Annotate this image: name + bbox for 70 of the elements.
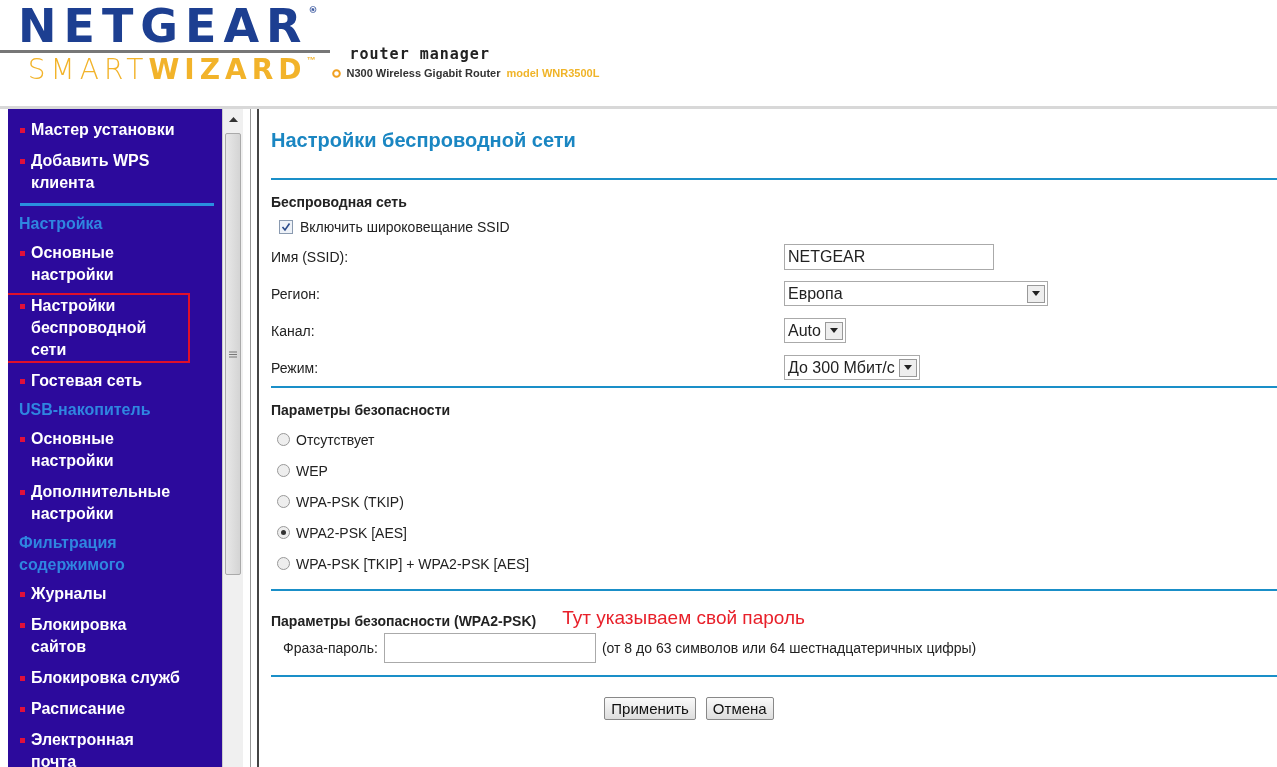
radio-label[interactable]: WPA-PSK (TKIP) (296, 493, 404, 510)
dropdown[interactable]: Auto (784, 318, 846, 343)
section-heading: Параметры безопасности (271, 402, 452, 418)
smartwizard-logo-text: SMART WIZARD™ (26, 55, 317, 85)
page-title: Настройки беспроводной сети (271, 129, 577, 152)
nav-link[interactable]: Добавить WPS клиента (8, 148, 190, 196)
nav-link[interactable]: Настройки беспроводной сети (8, 293, 190, 363)
bullet-icon (20, 676, 25, 681)
field-label: Фраза-пароль: (283, 640, 378, 656)
bullet-icon (20, 304, 25, 309)
scrollbar-thumb[interactable] (225, 133, 241, 575)
bullet-icon (20, 623, 25, 628)
bullet-icon (20, 251, 25, 256)
dropdown[interactable]: До 300 Мбит/с (784, 355, 920, 380)
scrollbar[interactable] (222, 109, 243, 767)
caret-icon (903, 365, 912, 370)
bullet-icon (20, 738, 25, 743)
dropdown[interactable]: Европа (784, 281, 1048, 306)
checkbox-label[interactable]: Включить широковещание SSID (300, 219, 510, 235)
nav-link[interactable]: Дополнительные настройки (8, 479, 190, 527)
annotation-text: Тут указываем свой пароль (562, 607, 805, 629)
netgear-logo-text: NETGEAR$^{®}$ (18, 4, 318, 48)
form-button[interactable]: Отмена (705, 697, 774, 720)
radio-label[interactable]: WPA2-PSK [AES] (296, 524, 407, 541)
field-label: Имя (SSID): (271, 248, 350, 265)
nav-link[interactable]: Электронная почта (8, 727, 190, 767)
field-hint: (от 8 до 63 символов или 64 шестнадцатеричных цифры) (601, 640, 977, 656)
field-label: Режим: (271, 359, 320, 376)
radio-button[interactable] (277, 557, 290, 570)
nav-link[interactable]: Основные настройки (8, 240, 190, 288)
form-button[interactable]: Применить (604, 697, 696, 720)
nav-link[interactable]: Основные настройки (8, 426, 190, 474)
radio-label[interactable]: WPA-PSK [TKIP] + WPA2-PSK [AES] (296, 555, 530, 572)
radio-label[interactable]: Отсутствует (296, 431, 375, 448)
nav-section-heading: USB-накопитель (18, 400, 152, 420)
checkbox[interactable] (279, 220, 293, 234)
radio-button[interactable] (277, 495, 290, 508)
dot-icon (331, 68, 341, 78)
up-arrow-icon[interactable] (228, 116, 238, 122)
radio-button[interactable] (277, 464, 290, 477)
field-label: Регион: (271, 285, 321, 302)
router-manager-subtitle: router manager (348, 45, 491, 63)
bullet-icon (20, 592, 25, 597)
bullet-icon (20, 128, 25, 133)
grip-icon (229, 350, 237, 358)
nav-link[interactable]: Блокировка сайтов (8, 612, 190, 660)
bullet-icon (20, 159, 25, 164)
caret-icon (829, 328, 838, 333)
bullet-icon (20, 707, 25, 712)
radio-label[interactable]: WEP (296, 462, 328, 479)
model-name: model WNR3500L (506, 67, 600, 79)
nav-link[interactable]: Гостевая сеть (8, 368, 151, 394)
nav-section-heading: Фильтрация содержимого (18, 533, 126, 575)
nav-link[interactable]: Блокировка служб (8, 665, 188, 691)
product-name: N300 Wireless Gigabit Router (346, 67, 501, 79)
caret-icon (1032, 291, 1040, 296)
bullet-icon (20, 490, 25, 495)
bullet-icon (20, 379, 25, 384)
nav-link[interactable]: Мастер установки (8, 117, 183, 143)
ssid-field[interactable]: NETGEAR (784, 243, 994, 270)
section-heading: Беспроводная сеть (271, 194, 408, 210)
field-label: Канал: (271, 322, 316, 339)
radio-button[interactable] (277, 433, 290, 446)
radio-button[interactable] (277, 526, 290, 539)
section-heading: Параметры безопасности (WPA2-PSK) (271, 613, 537, 629)
nav-link[interactable]: Расписание (8, 696, 134, 722)
bullet-icon (20, 437, 25, 442)
nav-link[interactable]: Журналы (8, 581, 115, 607)
passphrase-field[interactable] (383, 633, 596, 663)
nav-section-heading: Настройка (18, 214, 104, 234)
